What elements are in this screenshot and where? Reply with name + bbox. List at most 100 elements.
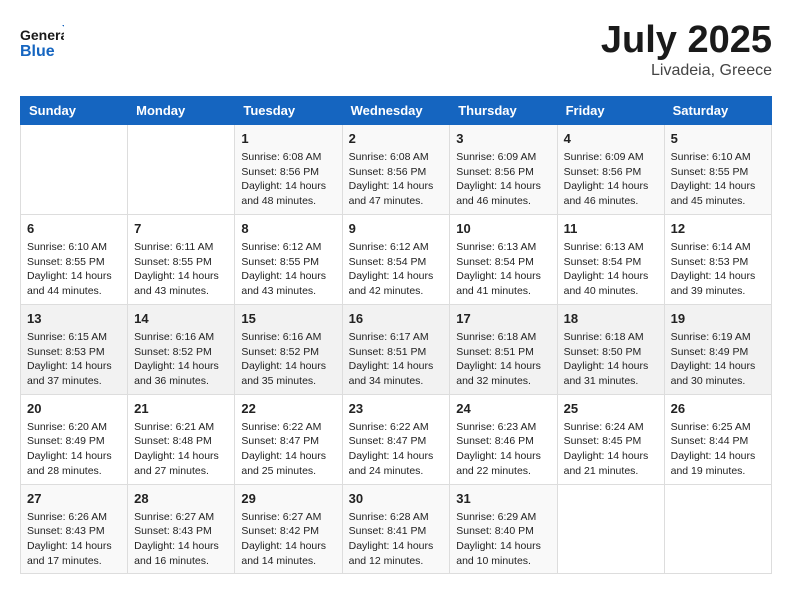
calendar-cell: 31Sunrise: 6:29 AMSunset: 8:40 PMDayligh… <box>450 484 557 574</box>
calendar-cell: 10Sunrise: 6:13 AMSunset: 8:54 PMDayligh… <box>450 214 557 304</box>
calendar-cell: 9Sunrise: 6:12 AMSunset: 8:54 PMDaylight… <box>342 214 450 304</box>
daylight-text: Daylight: 14 hours and 37 minutes. <box>27 359 121 388</box>
calendar-cell: 17Sunrise: 6:18 AMSunset: 8:51 PMDayligh… <box>450 304 557 394</box>
calendar-table: Sunday Monday Tuesday Wednesday Thursday… <box>20 96 772 575</box>
sunset-text: Sunset: 8:53 PM <box>27 345 121 360</box>
sunrise-text: Sunrise: 6:22 AM <box>349 420 444 435</box>
calendar-cell: 3Sunrise: 6:09 AMSunset: 8:56 PMDaylight… <box>450 124 557 214</box>
sunset-text: Sunset: 8:44 PM <box>671 434 765 449</box>
sunrise-text: Sunrise: 6:22 AM <box>241 420 335 435</box>
sunset-text: Sunset: 8:45 PM <box>564 434 658 449</box>
day-number: 27 <box>27 490 121 508</box>
calendar-cell: 23Sunrise: 6:22 AMSunset: 8:47 PMDayligh… <box>342 394 450 484</box>
day-number: 13 <box>27 310 121 328</box>
sunset-text: Sunset: 8:54 PM <box>456 255 550 270</box>
header-friday: Friday <box>557 96 664 124</box>
calendar-cell: 27Sunrise: 6:26 AMSunset: 8:43 PMDayligh… <box>21 484 128 574</box>
sunrise-text: Sunrise: 6:18 AM <box>564 330 658 345</box>
calendar-cell: 12Sunrise: 6:14 AMSunset: 8:53 PMDayligh… <box>664 214 771 304</box>
sunrise-text: Sunrise: 6:13 AM <box>456 240 550 255</box>
sunset-text: Sunset: 8:50 PM <box>564 345 658 360</box>
day-number: 30 <box>349 490 444 508</box>
sunset-text: Sunset: 8:55 PM <box>671 165 765 180</box>
day-number: 24 <box>456 400 550 418</box>
daylight-text: Daylight: 14 hours and 32 minutes. <box>456 359 550 388</box>
calendar-cell: 21Sunrise: 6:21 AMSunset: 8:48 PMDayligh… <box>128 394 235 484</box>
sunset-text: Sunset: 8:47 PM <box>349 434 444 449</box>
sunrise-text: Sunrise: 6:25 AM <box>671 420 765 435</box>
sunset-text: Sunset: 8:51 PM <box>349 345 444 360</box>
daylight-text: Daylight: 14 hours and 21 minutes. <box>564 449 658 478</box>
daylight-text: Daylight: 14 hours and 44 minutes. <box>27 269 121 298</box>
sunset-text: Sunset: 8:43 PM <box>27 524 121 539</box>
sunrise-text: Sunrise: 6:10 AM <box>671 150 765 165</box>
sunrise-text: Sunrise: 6:21 AM <box>134 420 228 435</box>
sunset-text: Sunset: 8:54 PM <box>564 255 658 270</box>
daylight-text: Daylight: 14 hours and 45 minutes. <box>671 179 765 208</box>
sunset-text: Sunset: 8:56 PM <box>456 165 550 180</box>
sunset-text: Sunset: 8:52 PM <box>134 345 228 360</box>
daylight-text: Daylight: 14 hours and 30 minutes. <box>671 359 765 388</box>
daylight-text: Daylight: 14 hours and 22 minutes. <box>456 449 550 478</box>
sunset-text: Sunset: 8:49 PM <box>671 345 765 360</box>
sunrise-text: Sunrise: 6:17 AM <box>349 330 444 345</box>
calendar-cell <box>664 484 771 574</box>
calendar-cell: 8Sunrise: 6:12 AMSunset: 8:55 PMDaylight… <box>235 214 342 304</box>
sunrise-text: Sunrise: 6:19 AM <box>671 330 765 345</box>
title-section: July 2025 Livadeia, Greece <box>601 20 772 80</box>
daylight-text: Daylight: 14 hours and 10 minutes. <box>456 539 550 568</box>
sunset-text: Sunset: 8:54 PM <box>349 255 444 270</box>
month-title: July 2025 <box>601 20 772 62</box>
calendar-cell: 16Sunrise: 6:17 AMSunset: 8:51 PMDayligh… <box>342 304 450 394</box>
header-wednesday: Wednesday <box>342 96 450 124</box>
sunrise-text: Sunrise: 6:10 AM <box>27 240 121 255</box>
day-number: 21 <box>134 400 228 418</box>
sunset-text: Sunset: 8:55 PM <box>134 255 228 270</box>
sunset-text: Sunset: 8:46 PM <box>456 434 550 449</box>
svg-text:General: General <box>20 27 64 43</box>
sunrise-text: Sunrise: 6:18 AM <box>456 330 550 345</box>
day-number: 18 <box>564 310 658 328</box>
daylight-text: Daylight: 14 hours and 19 minutes. <box>671 449 765 478</box>
calendar-cell: 14Sunrise: 6:16 AMSunset: 8:52 PMDayligh… <box>128 304 235 394</box>
calendar-cell: 1Sunrise: 6:08 AMSunset: 8:56 PMDaylight… <box>235 124 342 214</box>
calendar-cell: 18Sunrise: 6:18 AMSunset: 8:50 PMDayligh… <box>557 304 664 394</box>
sunrise-text: Sunrise: 6:16 AM <box>241 330 335 345</box>
calendar-cell: 24 Sunrise: 6:23 AMSunset: 8:46 PMDayligh… <box>450 394 557 484</box>
calendar-cell <box>21 124 128 214</box>
sunset-text: Sunset: 8:56 PM <box>564 165 658 180</box>
daylight-text: Daylight: 14 hours and 27 minutes. <box>134 449 228 478</box>
daylight-text: Daylight: 14 hours and 35 minutes. <box>241 359 335 388</box>
sunrise-text: Sunrise: 6:12 AM <box>349 240 444 255</box>
header-tuesday: Tuesday <box>235 96 342 124</box>
daylight-text: Daylight: 14 hours and 46 minutes. <box>564 179 658 208</box>
sunrise-text: Sunrise: 6:08 AM <box>241 150 335 165</box>
day-number: 5 <box>671 130 765 148</box>
sunrise-text: Sunrise: 6:09 AM <box>564 150 658 165</box>
sunrise-text: Sunrise: 6:27 AM <box>241 510 335 525</box>
svg-text:Blue: Blue <box>20 43 55 60</box>
calendar-week-row: 20Sunrise: 6:20 AMSunset: 8:49 PMDayligh… <box>21 394 772 484</box>
daylight-text: Daylight: 14 hours and 16 minutes. <box>134 539 228 568</box>
sunset-text: Sunset: 8:47 PM <box>241 434 335 449</box>
day-number: 15 <box>241 310 335 328</box>
sunset-text: Sunset: 8:56 PM <box>241 165 335 180</box>
sunrise-text: Sunrise: 6:23 AM <box>456 420 550 435</box>
calendar-cell: 15Sunrise: 6:16 AMSunset: 8:52 PMDayligh… <box>235 304 342 394</box>
calendar-cell: 22 Sunrise: 6:22 AMSunset: 8:47 PMDayligh… <box>235 394 342 484</box>
sunset-text: Sunset: 8:53 PM <box>671 255 765 270</box>
sunset-text: Sunset: 8:49 PM <box>27 434 121 449</box>
sunset-text: Sunset: 8:42 PM <box>241 524 335 539</box>
day-number: 22 <box>241 400 335 418</box>
day-number: 11 <box>564 220 658 238</box>
day-number: 26 <box>671 400 765 418</box>
sunrise-text: Sunrise: 6:16 AM <box>134 330 228 345</box>
sunrise-text: Sunrise: 6:20 AM <box>27 420 121 435</box>
day-number: 6 <box>27 220 121 238</box>
header-thursday: Thursday <box>450 96 557 124</box>
daylight-text: Daylight: 14 hours and 25 minutes. <box>241 449 335 478</box>
day-number: 12 <box>671 220 765 238</box>
calendar-cell: 19Sunrise: 6:19 AMSunset: 8:49 PMDayligh… <box>664 304 771 394</box>
sunrise-text: Sunrise: 6:13 AM <box>564 240 658 255</box>
calendar-week-row: 13Sunrise: 6:15 AMSunset: 8:53 PMDayligh… <box>21 304 772 394</box>
